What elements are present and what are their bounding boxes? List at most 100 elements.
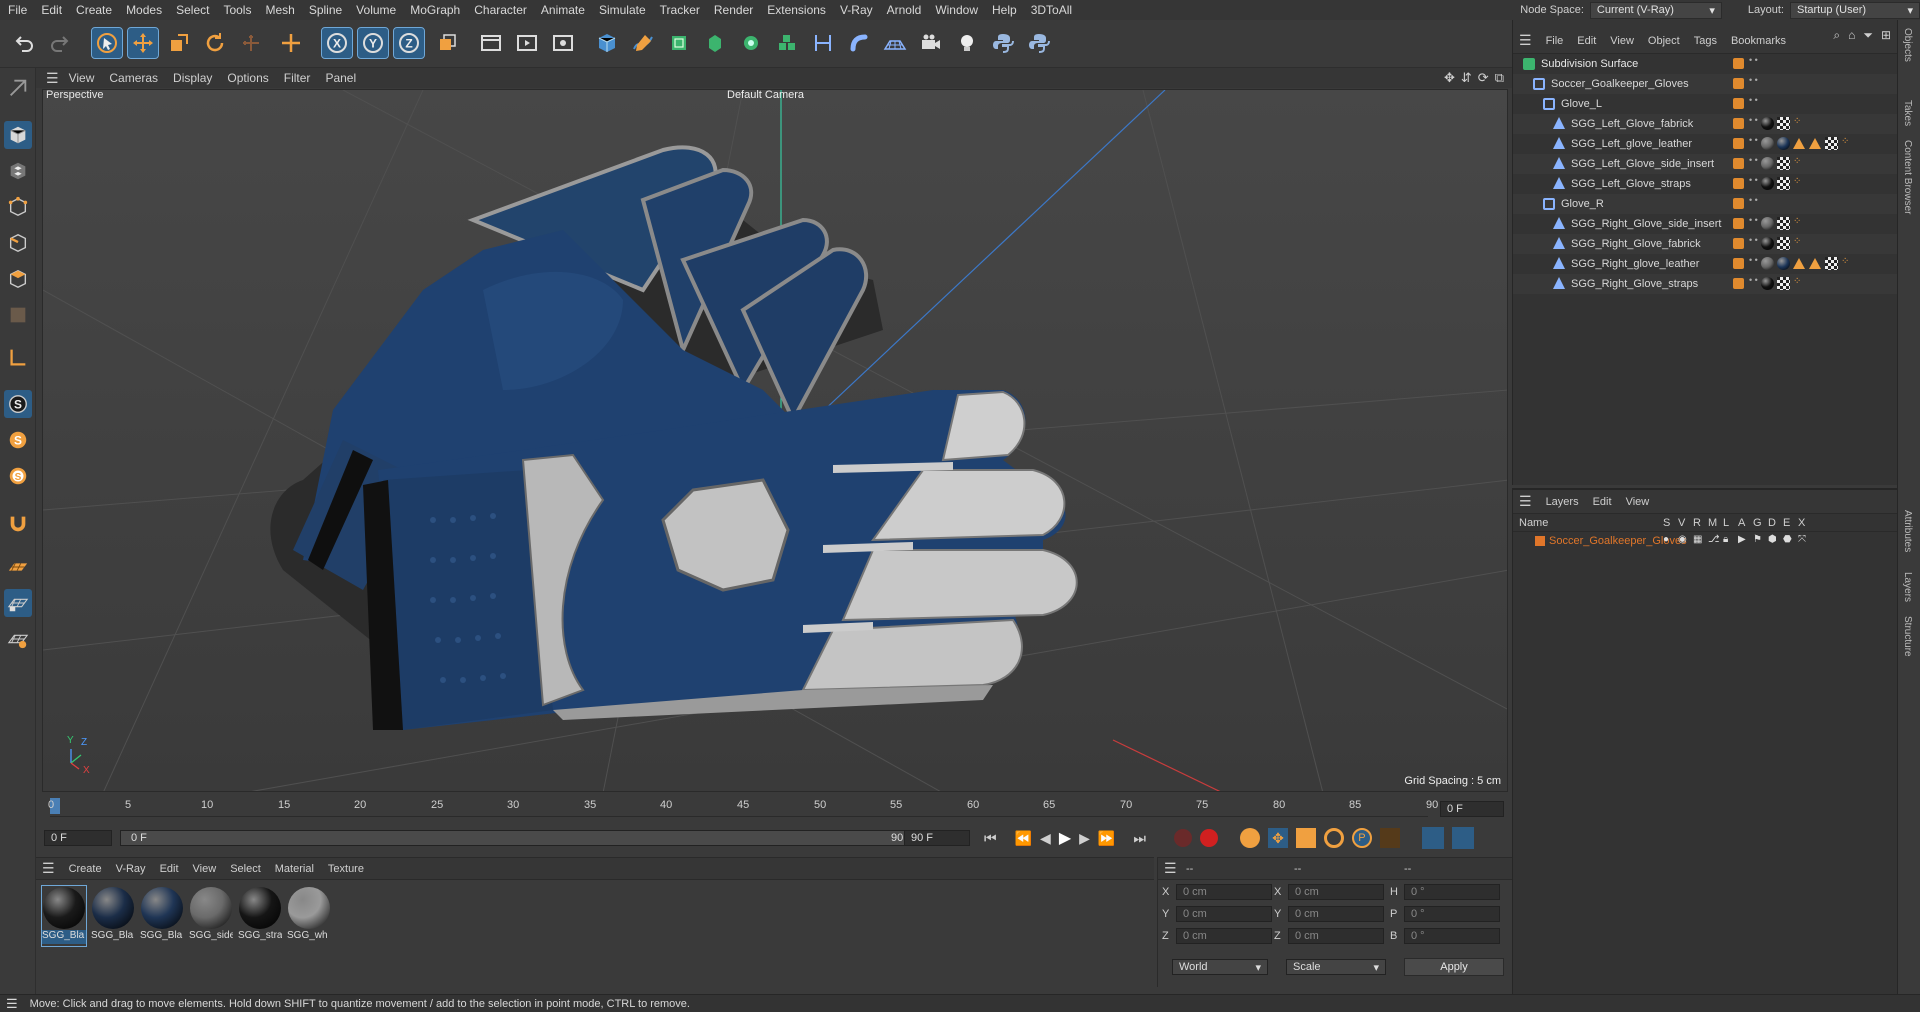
live-selection-icon[interactable]	[91, 27, 123, 59]
pen-spline-icon[interactable]	[628, 28, 658, 58]
material-tag-icon[interactable]	[1761, 177, 1774, 190]
layer-toggle-icon[interactable]: ⤧	[1798, 534, 1806, 545]
selection-tag-icon[interactable]: ⁘	[1793, 216, 1801, 227]
material-tag-icon[interactable]	[1761, 137, 1774, 150]
layer-color-swatch[interactable]	[1733, 58, 1744, 69]
world-select[interactable]: World ▾	[1172, 959, 1268, 975]
param-key-icon[interactable]: P	[1351, 828, 1372, 848]
layer-color-swatch[interactable]	[1733, 258, 1744, 269]
object-row[interactable]: SGG_Right_Glove_straps • • ⁘	[1513, 274, 1898, 294]
workplane-icon[interactable]	[4, 553, 32, 581]
world-coords-icon[interactable]	[276, 28, 306, 58]
layer-menu-layers[interactable]: Layers	[1546, 496, 1579, 508]
light-icon[interactable]	[952, 28, 982, 58]
material-tag-icon[interactable]	[1761, 217, 1774, 230]
snap-mode-icon[interactable]: S	[4, 462, 32, 490]
layer-color-swatch[interactable]	[1535, 536, 1545, 546]
undo-icon[interactable]	[10, 28, 40, 58]
range-slider[interactable]: 0 F 90 F	[120, 830, 922, 846]
texture-tag-icon[interactable]	[1777, 217, 1790, 230]
layer-col-header[interactable]: X	[1798, 517, 1805, 529]
uv-mode-icon[interactable]	[4, 301, 32, 329]
obj-menu-tags[interactable]: Tags	[1694, 35, 1717, 47]
move-icon[interactable]	[127, 27, 159, 59]
tab-layers[interactable]: Layers	[1902, 572, 1913, 602]
layer-col-header[interactable]: E	[1783, 517, 1790, 529]
extrude-icon[interactable]	[700, 28, 730, 58]
mat-menu-texture[interactable]: Texture	[328, 863, 364, 875]
menu-render[interactable]: Render	[714, 3, 753, 17]
rot-key-icon[interactable]	[1323, 828, 1344, 848]
python-icon[interactable]	[988, 28, 1018, 58]
visibility-dots-icon[interactable]: • •	[1749, 276, 1758, 285]
y-axis-lock-icon[interactable]: Y	[357, 27, 389, 59]
viewport-menu-view[interactable]: View	[69, 71, 95, 85]
polygon-mode-icon[interactable]	[4, 265, 32, 293]
pan-icon[interactable]: ✥	[1444, 70, 1455, 86]
texture-mode-icon[interactable]	[4, 157, 32, 185]
mat-menu-view[interactable]: View	[193, 863, 217, 875]
camera-name[interactable]: Default Camera	[727, 90, 804, 101]
dope-sheet-icon[interactable]	[1451, 827, 1474, 849]
object-row[interactable]: SGG_Right_Glove_fabrick • • ⁘	[1513, 234, 1898, 254]
visibility-dots-icon[interactable]: • •	[1749, 216, 1758, 225]
menu-volume[interactable]: Volume	[356, 3, 396, 17]
phong-tag-icon[interactable]	[1793, 138, 1805, 149]
start-frame-field[interactable]: 0 F	[44, 830, 112, 846]
layer-color-swatch[interactable]	[1733, 98, 1744, 109]
coord-value-field[interactable]: 0 °	[1404, 884, 1500, 900]
layer-color-swatch[interactable]	[1733, 78, 1744, 89]
layer-col-header[interactable]: L	[1723, 517, 1729, 529]
phong-tag-icon[interactable]	[1809, 138, 1821, 149]
object-row[interactable]: SGG_Right_glove_leather • • ⁘	[1513, 254, 1898, 274]
visibility-dots-icon[interactable]: • •	[1749, 56, 1758, 65]
layer-toggle-icon[interactable]: ▦	[1693, 534, 1702, 545]
floor-icon[interactable]	[880, 28, 910, 58]
layer-col-header[interactable]: V	[1678, 517, 1685, 529]
object-row[interactable]: SGG_Left_glove_leather • • ⁘	[1513, 134, 1898, 154]
layer-toggle-icon[interactable]: ⬢	[1768, 534, 1777, 545]
layer-col-header[interactable]: G	[1753, 517, 1762, 529]
obj-menu-object[interactable]: Object	[1648, 35, 1680, 47]
mat-menu-edit[interactable]: Edit	[160, 863, 179, 875]
menu-mesh[interactable]: Mesh	[265, 3, 294, 17]
layer-color-swatch[interactable]	[1733, 118, 1744, 129]
material-swatch[interactable]: SGG_wh	[287, 886, 331, 946]
selection-tag-icon[interactable]: ⁘	[1793, 276, 1801, 287]
coord-value-field[interactable]: 0 °	[1404, 928, 1500, 944]
selection-tag-icon[interactable]: ⁘	[1841, 256, 1849, 267]
goto-start-icon[interactable]: ⏮	[984, 830, 997, 847]
point-mode-icon[interactable]	[4, 193, 32, 221]
selection-tag-icon[interactable]: ⁘	[1793, 116, 1801, 127]
visibility-dots-icon[interactable]: • •	[1749, 176, 1758, 185]
tab-takes[interactable]: Takes	[1902, 100, 1913, 126]
x-axis-lock-icon[interactable]: X	[321, 27, 353, 59]
viewport-3d[interactable]: Perspective Default Camera Grid Spacing …	[42, 89, 1508, 792]
tab-objects[interactable]: Objects	[1902, 28, 1913, 62]
prev-frame-icon[interactable]: ◀	[1040, 830, 1051, 847]
viewport-menu-cameras[interactable]: Cameras	[109, 71, 158, 85]
new-window-icon[interactable]: ⊞	[1881, 28, 1891, 43]
viewport-menu-filter[interactable]: Filter	[284, 71, 311, 85]
maximize-view-icon[interactable]: ⧉	[1495, 70, 1504, 86]
mat-menu-select[interactable]: Select	[230, 863, 261, 875]
layer-color-swatch[interactable]	[1733, 278, 1744, 289]
hamburger-icon[interactable]: ☰	[46, 70, 59, 87]
layer-toggle-icon[interactable]: 🔒︎	[1723, 534, 1728, 545]
make-editable-icon[interactable]	[4, 74, 32, 102]
orbit-icon[interactable]: ⟳	[1478, 70, 1489, 86]
node-space-select[interactable]: Current (V-Ray) ▾	[1589, 1, 1722, 19]
menu-modes[interactable]: Modes	[126, 3, 162, 17]
prev-key-icon[interactable]: ⏪	[1015, 830, 1032, 847]
object-row[interactable]: SGG_Left_Glove_side_insert • • ⁘	[1513, 154, 1898, 174]
selection-tag-icon[interactable]: ⁘	[1793, 236, 1801, 247]
object-row[interactable]: SGG_Left_Glove_fabrick • • ⁘	[1513, 114, 1898, 134]
viewport-menu-options[interactable]: Options	[227, 71, 268, 85]
deformer-icon[interactable]	[808, 28, 838, 58]
material-tag-icon[interactable]	[1777, 257, 1790, 270]
redo-icon[interactable]	[44, 28, 74, 58]
layer-toggle-icon[interactable]: ▶	[1738, 534, 1746, 545]
recent-tool-icon[interactable]	[236, 28, 266, 58]
layer-toggle-icon[interactable]: ⎇	[1708, 534, 1720, 545]
texture-tag-icon[interactable]	[1777, 117, 1790, 130]
